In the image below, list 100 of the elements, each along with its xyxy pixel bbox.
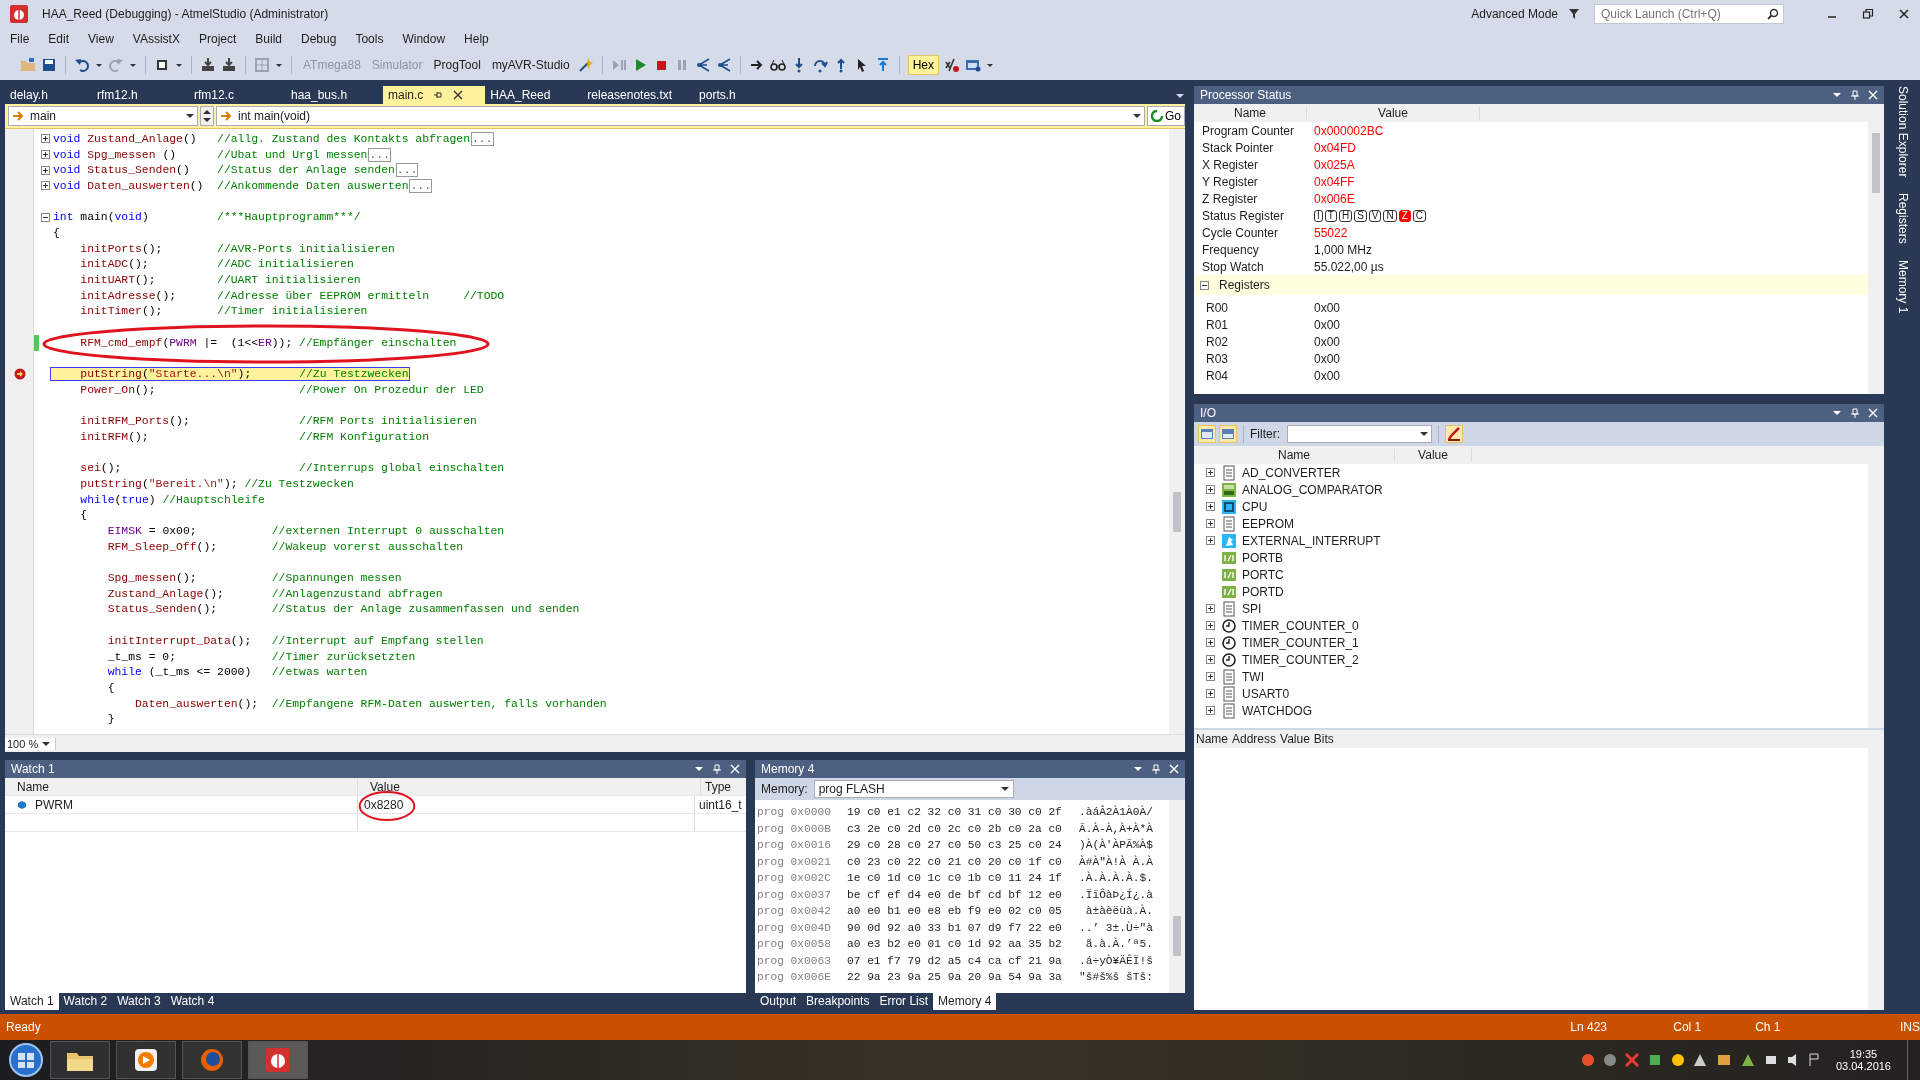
panel-tab[interactable]: Error List [874, 993, 934, 1010]
panel-tab[interactable]: Output [755, 993, 802, 1010]
save-icon[interactable] [41, 57, 57, 73]
branch-icon[interactable] [694, 57, 711, 73]
side-tab[interactable]: Solution Explorer [1896, 86, 1910, 178]
outline-toggle-icon[interactable] [40, 181, 50, 191]
column-header[interactable]: Value [1280, 732, 1310, 746]
undo-icon[interactable] [74, 57, 90, 73]
menu-item[interactable]: Window [402, 32, 446, 46]
vertical-scrollbar[interactable] [1169, 800, 1185, 993]
tree-item[interactable]: PORTB [1242, 550, 1284, 565]
column-header[interactable]: Name [5, 778, 358, 795]
expand-icon[interactable] [1206, 689, 1215, 698]
close-icon[interactable] [1898, 8, 1910, 20]
expand-icon[interactable] [1206, 502, 1215, 511]
tree-item[interactable]: ANALOG_COMPARATOR [1242, 482, 1383, 497]
tray-icons-drawing[interactable] [1579, 1052, 1820, 1068]
pin-icon[interactable] [1850, 408, 1860, 418]
tree-item[interactable]: CPU [1242, 499, 1268, 514]
zoom-dropdown[interactable]: 100 % [5, 737, 56, 750]
close-icon[interactable] [453, 90, 464, 100]
step-over-icon[interactable] [811, 57, 828, 73]
filter-icon[interactable] [1568, 8, 1580, 20]
menu-item[interactable]: Debug [301, 32, 337, 46]
panel-tab[interactable]: Memory 4 [933, 993, 997, 1010]
menu-item[interactable]: View [88, 32, 114, 46]
file-tab[interactable]: rfm12.c [189, 86, 286, 104]
pin-icon[interactable] [712, 764, 722, 774]
taskbar-button[interactable] [248, 1041, 308, 1079]
menu-item[interactable]: Edit [48, 32, 70, 46]
expand-icon[interactable] [1206, 485, 1215, 494]
column-header[interactable]: Name [1196, 732, 1228, 746]
menu-item[interactable]: Tools [355, 32, 384, 46]
collapse-icon[interactable] [1200, 280, 1209, 290]
download-icon[interactable] [221, 57, 237, 73]
pin-icon[interactable] [433, 90, 444, 100]
panel-tab[interactable]: Watch 2 [58, 993, 113, 1010]
menu-item[interactable]: Project [198, 32, 237, 46]
column-header[interactable]: Type [701, 779, 746, 794]
scope-dropdown[interactable]: main [8, 106, 199, 126]
tree-item[interactable]: TIMER_COUNTER_1 [1242, 635, 1359, 650]
glasses-icon[interactable] [769, 57, 786, 73]
expand-icon[interactable] [1206, 604, 1215, 613]
panel-tab[interactable]: Breakpoints [801, 993, 875, 1010]
file-tab[interactable]: releasenotes.txt [582, 86, 695, 104]
download-icon[interactable] [200, 57, 216, 73]
branch-icon[interactable] [715, 57, 732, 73]
tree-item[interactable]: SPI [1242, 601, 1262, 616]
wand-icon[interactable] [577, 57, 594, 73]
group-header[interactable]: Registers [1194, 275, 1868, 295]
restore-icon[interactable] [1862, 8, 1874, 20]
toolbar-button[interactable]: ProgTool [430, 56, 484, 74]
expand-icon[interactable] [1206, 519, 1215, 528]
side-tab[interactable]: Registers [1896, 193, 1910, 245]
outline-toggle-icon[interactable] [40, 212, 50, 222]
panel-tab[interactable]: Watch 3 [112, 993, 166, 1010]
breakpoint-off-icon[interactable] [944, 57, 961, 73]
column-header[interactable]: Value [358, 778, 701, 795]
file-tab[interactable]: main.c [383, 86, 486, 104]
expand-icon[interactable] [1206, 468, 1215, 477]
pin-icon[interactable] [1850, 90, 1860, 100]
go-button[interactable]: Go [1146, 106, 1185, 126]
file-tab[interactable]: delay.h [5, 86, 92, 104]
outline-toggle-icon[interactable] [40, 150, 50, 160]
column-header[interactable]: Name [1194, 106, 1307, 120]
file-tab[interactable]: haa_bus.h [286, 86, 383, 104]
column-header[interactable]: Name [1194, 448, 1395, 462]
tree-item[interactable]: WATCHDOG [1242, 703, 1312, 718]
taskbar-button[interactable] [50, 1041, 110, 1079]
caret-icon[interactable] [1832, 408, 1842, 418]
menu-item[interactable]: VAssistX [132, 32, 180, 46]
column-header[interactable]: Value [1307, 106, 1480, 120]
vertical-scrollbar[interactable] [1169, 129, 1185, 734]
open-folder-icon[interactable] [20, 57, 36, 73]
menu-item[interactable]: File [10, 32, 30, 46]
expand-icon[interactable] [1206, 536, 1215, 545]
tree-item[interactable]: TIMER_COUNTER_2 [1242, 652, 1359, 667]
file-tab[interactable]: HAA_Reed [485, 86, 583, 104]
quick-launch-field[interactable]: Quick Launch (Ctrl+Q) [1594, 4, 1784, 24]
tree-item[interactable]: EXTERNAL_INTERRUPT [1242, 533, 1381, 548]
tree-item[interactable]: AD_CONVERTER [1242, 465, 1341, 480]
tree-item[interactable]: EEPROM [1242, 516, 1294, 531]
column-header[interactable]: Value [1395, 448, 1472, 462]
panel-tab[interactable]: Watch 4 [165, 993, 220, 1010]
tree-item[interactable]: USART0 [1242, 686, 1290, 701]
hex-toggle[interactable]: Hex [907, 55, 940, 75]
side-tab[interactable]: Memory 1 [1896, 260, 1910, 314]
taskbar-button[interactable] [116, 1041, 176, 1079]
panel-tab[interactable]: Watch 1 [5, 993, 59, 1010]
function-dropdown[interactable]: int main(void) [216, 106, 1145, 126]
tree-item[interactable]: TIMER_COUNTER_0 [1242, 618, 1359, 633]
menu-item[interactable]: Build [255, 32, 282, 46]
memory-dropdown[interactable]: prog FLASH [813, 780, 1014, 798]
vertical-scrollbar[interactable] [1868, 446, 1884, 728]
column-header[interactable]: Address [1232, 732, 1277, 746]
window-icon[interactable] [965, 57, 982, 73]
file-tab[interactable]: rfm12.h [92, 86, 189, 104]
expand-icon[interactable] [1206, 638, 1215, 647]
expand-icon[interactable] [1206, 655, 1215, 664]
column-header[interactable]: Bits [1313, 732, 1334, 746]
